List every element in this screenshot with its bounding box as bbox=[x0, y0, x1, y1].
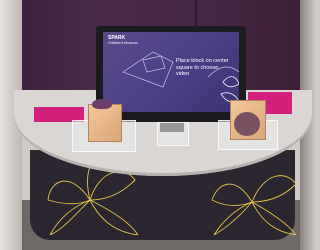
block-left-image bbox=[92, 99, 112, 109]
block-right-image bbox=[234, 112, 260, 136]
screen-instruction: Place block on center square to choose v… bbox=[176, 58, 229, 77]
brand-subtitle: Children's Museum bbox=[108, 41, 138, 45]
wooden-block-left[interactable] bbox=[88, 104, 122, 142]
screen-brand-logo: SPARK Children's Museum bbox=[108, 36, 148, 46]
center-square[interactable] bbox=[157, 122, 189, 146]
